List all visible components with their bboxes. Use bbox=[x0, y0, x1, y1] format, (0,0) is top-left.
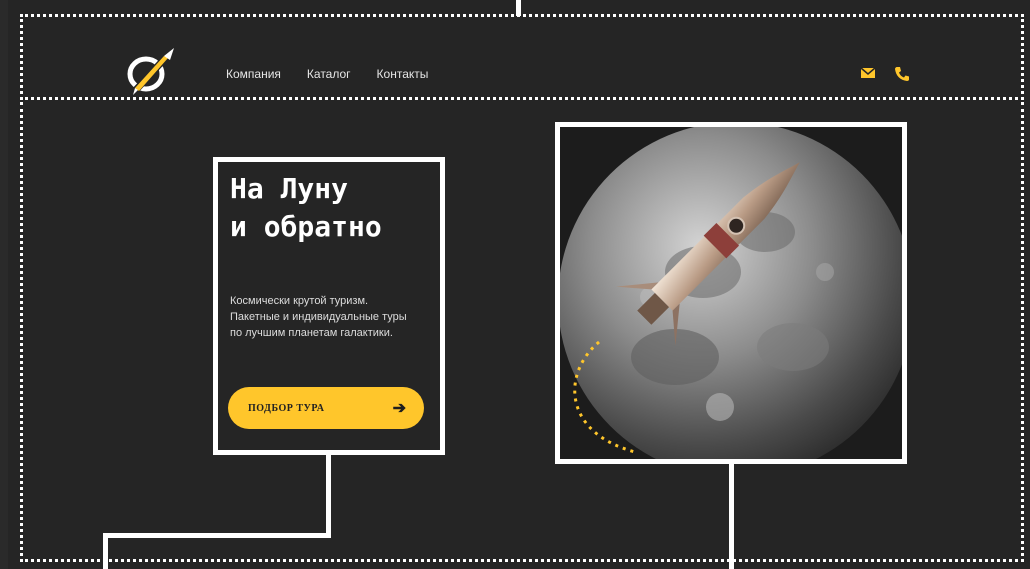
hero-description: Космически крутой туризм. Пакетные и инд… bbox=[230, 293, 440, 341]
hero-title: На Луну и обратно bbox=[230, 170, 440, 246]
hero-connector-vertical bbox=[326, 455, 331, 537]
hero-title-line-2: и обратно bbox=[230, 210, 382, 243]
mail-icon[interactable] bbox=[860, 66, 878, 82]
tour-selection-button[interactable]: ПОДБОР ТУРА ➔ bbox=[228, 387, 424, 429]
phone-icon[interactable] bbox=[894, 66, 912, 82]
contact-icons bbox=[860, 66, 912, 82]
hero-text-block: На Луну и обратно Космически крутой тури… bbox=[213, 157, 445, 455]
nav-contacts[interactable]: Контакты bbox=[377, 67, 429, 81]
hero-connector-down bbox=[103, 533, 108, 569]
arrow-right-icon: ➔ bbox=[392, 400, 406, 417]
moon-rocket-image bbox=[555, 122, 907, 464]
nav-catalog[interactable]: Каталог bbox=[307, 67, 351, 81]
image-connector-vertical bbox=[729, 464, 734, 569]
rocket-logo-icon[interactable] bbox=[122, 44, 178, 100]
main-nav: Компания Каталог Контакты bbox=[226, 67, 428, 81]
top-connector-line bbox=[516, 0, 521, 16]
hero-desc-line-3: по лучшим планетам галактики. bbox=[230, 327, 393, 339]
tour-selection-label: ПОДБОР ТУРА bbox=[248, 402, 325, 414]
hero-desc-line-1: Космически крутой туризм. bbox=[230, 295, 369, 307]
nav-company[interactable]: Компания bbox=[226, 67, 281, 81]
hero-connector-horizontal bbox=[103, 533, 331, 538]
hero-desc-line-2: Пакетные и индивидуальные туры bbox=[230, 311, 407, 323]
hero-title-line-1: На Луну bbox=[230, 172, 349, 205]
